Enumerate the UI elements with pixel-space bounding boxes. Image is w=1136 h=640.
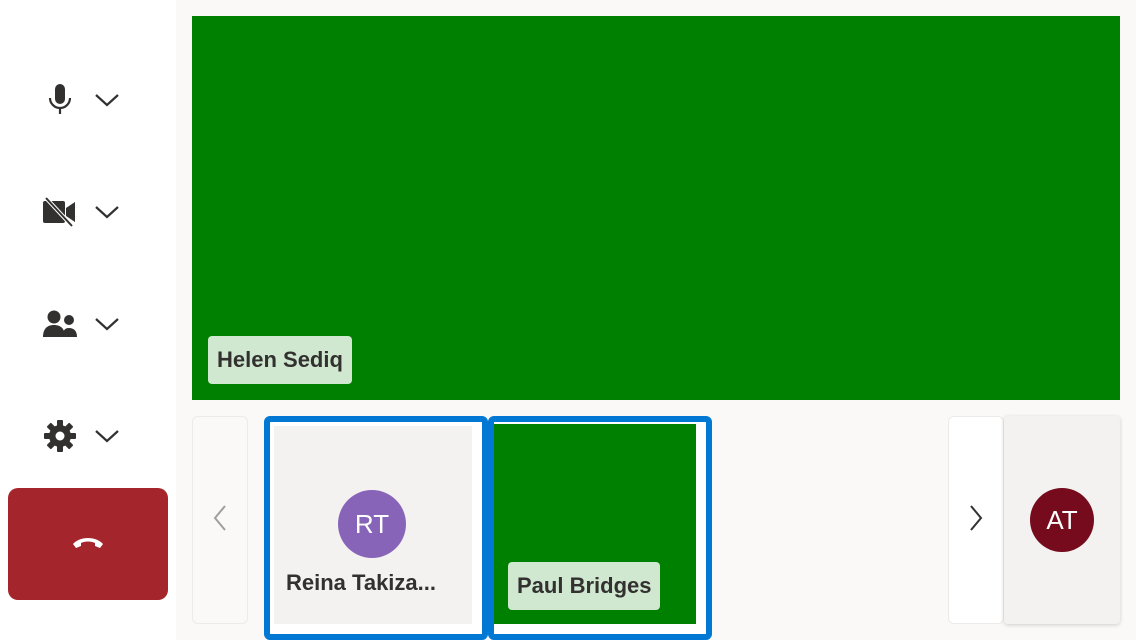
- self-view-tile[interactable]: AT: [1004, 416, 1120, 624]
- camera-control[interactable]: [36, 184, 136, 240]
- settings-control[interactable]: [36, 408, 136, 464]
- participant-name-label: Helen Sediq: [208, 336, 352, 384]
- chevron-down-icon[interactable]: [92, 197, 122, 227]
- microphone-control[interactable]: [36, 72, 136, 128]
- participant-name-label: Reina Takiza...: [286, 570, 436, 595]
- camera-off-icon[interactable]: [36, 188, 84, 236]
- chevron-left-icon: [213, 504, 227, 537]
- participant-tile[interactable]: RT Reina Takiza...: [264, 416, 488, 640]
- main-video-tile[interactable]: Helen Sediq: [192, 16, 1120, 400]
- avatar: RT: [338, 490, 406, 558]
- participant-name-label: Paul Bridges: [508, 562, 661, 610]
- chevron-down-icon[interactable]: [92, 421, 122, 451]
- chevron-down-icon[interactable]: [92, 85, 122, 115]
- avatar: AT: [1030, 488, 1094, 552]
- avatar-initials: AT: [1046, 504, 1078, 535]
- microphone-icon[interactable]: [36, 76, 84, 124]
- avatar-initials: RT: [354, 508, 390, 539]
- participant-video: Paul Bridges: [494, 424, 696, 624]
- chevron-down-icon[interactable]: [92, 309, 122, 339]
- gallery-prev-button[interactable]: [192, 416, 248, 624]
- participants-control[interactable]: [36, 296, 136, 352]
- participant-tile[interactable]: Paul Bridges: [488, 416, 712, 640]
- call-controls-rail: [0, 0, 176, 640]
- gear-icon[interactable]: [36, 412, 84, 460]
- gallery-next-button[interactable]: [948, 416, 1004, 624]
- people-icon[interactable]: [36, 300, 84, 348]
- tile-background: RT Reina Takiza...: [274, 426, 472, 624]
- phone-hangup-icon: [70, 535, 106, 554]
- hang-up-button[interactable]: [8, 488, 168, 600]
- chevron-right-icon: [969, 504, 983, 537]
